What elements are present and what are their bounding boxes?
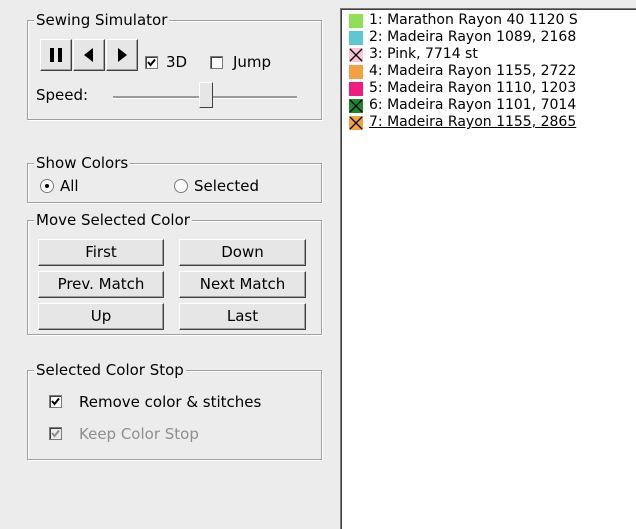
color-list-item[interactable]: 7: Madeira Rayon 1155, 2865 [349,114,576,131]
checkmark-icon [51,397,60,406]
speed-slider-thumb[interactable] [199,82,213,108]
move-selected-color-title: Move Selected Color [34,211,192,229]
color-list-item[interactable]: 4: Madeira Rayon 1155, 2722 [349,63,576,80]
next-match-button[interactable]: Next Match [179,271,306,298]
radio-dot [45,184,49,188]
keep-color-stop-checkbox [49,427,62,440]
color-swatch [349,30,363,45]
color-list-item-label: 5: Madeira Rayon 1110, 1203 [369,80,577,96]
radio-selected[interactable] [174,179,188,193]
radio-all[interactable] [40,179,54,193]
radio-selected-label: Selected [194,177,260,195]
checkmark-icon [147,58,156,67]
cross-icon [349,99,363,112]
color-swatch [349,47,363,62]
color-list-item-label: 3: Pink, 7714 st [369,46,478,62]
color-swatch [349,115,363,130]
prev-match-button[interactable]: Prev. Match [38,271,164,298]
checkmark-icon [51,429,60,438]
color-list-item[interactable]: 5: Madeira Rayon 1110, 1203 [349,80,576,97]
show-colors-title: Show Colors [34,154,131,172]
color-swatch [349,64,363,79]
color-list-item-label: 6: Madeira Rayon 1101, 7014 [369,97,577,113]
color-swatch [349,81,363,96]
first-button[interactable]: First [38,239,164,266]
step-forward-button[interactable] [106,39,138,71]
color-stop-list[interactable]: 1: Marathon Rayon 40 1120 S 2: Madeira Ra… [340,8,636,529]
step-back-icon [84,48,93,62]
color-list-item[interactable]: 1: Marathon Rayon 40 1120 S [349,12,578,29]
pause-icon [50,48,62,62]
radio-all-label: All [60,177,79,195]
color-list-item-label: 4: Madeira Rayon 1155, 2722 [369,63,577,79]
checkbox-3d-label: 3D [166,53,188,71]
color-list-item[interactable]: 2: Madeira Rayon 1089, 2168 [349,29,576,46]
last-button[interactable]: Last [179,303,306,330]
sewing-simulator-title: Sewing Simulator [34,11,170,29]
checkbox-3d[interactable] [145,56,158,69]
checkbox-jump[interactable] [210,56,223,69]
selected-color-stop-title: Selected Color Stop [34,361,186,379]
pause-button[interactable] [40,39,72,71]
cross-icon [349,116,363,129]
remove-color-label: Remove color & stitches [79,393,262,411]
color-list-item[interactable]: 3: Pink, 7714 st [349,46,478,63]
cross-icon [349,48,363,61]
checkbox-jump-label: Jump [233,53,272,71]
color-list-item-label: 7: Madeira Rayon 1155, 2865 [369,114,577,130]
down-button[interactable]: Down [179,239,306,266]
remove-color-checkbox[interactable] [49,395,62,408]
step-back-button[interactable] [73,39,105,71]
color-list-item-label: 2: Madeira Rayon 1089, 2168 [369,29,577,45]
color-swatch [349,13,363,28]
color-swatch [349,98,363,113]
color-list-item-label: 1: Marathon Rayon 40 1120 S [369,12,578,28]
selected-color-stop-group: Selected Color Stop [27,362,322,460]
speed-label: Speed: [36,86,89,104]
up-button[interactable]: Up [38,303,164,330]
step-forward-icon [118,48,127,62]
color-list-item[interactable]: 6: Madeira Rayon 1101, 7014 [349,97,576,114]
keep-color-stop-label: Keep Color Stop [79,425,199,443]
